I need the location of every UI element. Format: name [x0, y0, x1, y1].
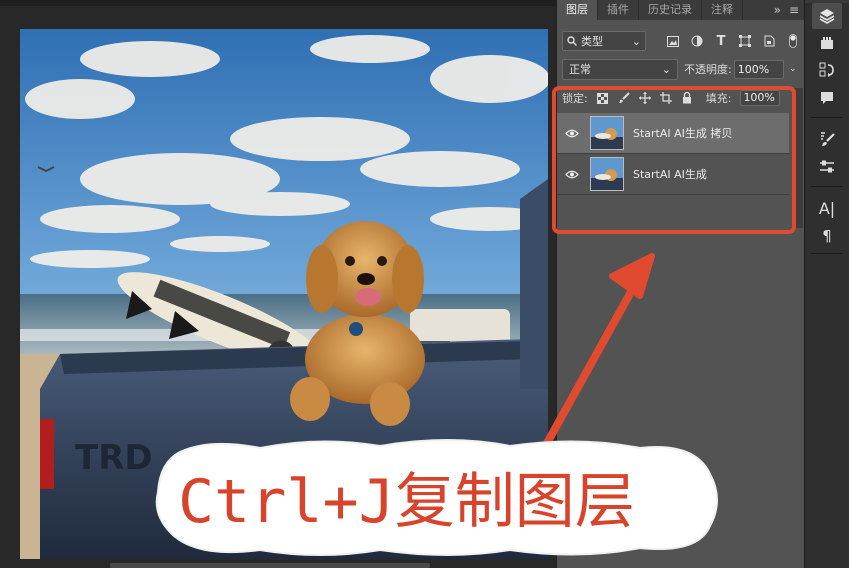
- type-filter-icon[interactable]: T: [714, 34, 728, 49]
- panel-tab-controls: » ≡: [774, 0, 805, 20]
- history-icon[interactable]: [812, 57, 842, 83]
- panel-tab-bar: 图层 插件 历史记录 注释 » ≡: [557, 0, 805, 20]
- tab-history[interactable]: 历史记录: [639, 0, 702, 20]
- chevron-down-icon[interactable]: ⌄: [786, 60, 800, 79]
- chevron-down-icon: ⌄: [631, 34, 641, 48]
- adjustment-filter-icon[interactable]: [690, 34, 704, 48]
- shape-filter-icon[interactable]: [738, 34, 752, 48]
- blend-mode-label: 正常: [569, 63, 591, 76]
- svg-text:TRD: TRD: [75, 438, 153, 478]
- character-icon[interactable]: A|: [812, 195, 842, 221]
- paragraph-icon[interactable]: ¶: [812, 223, 842, 249]
- adjustments-icon[interactable]: [812, 154, 842, 180]
- chevron-down-icon: ⌄: [661, 62, 671, 76]
- layer-filter-row: 类型 ⌄ T: [562, 30, 802, 52]
- dock-separator: [811, 253, 843, 254]
- tab-layers[interactable]: 图层: [557, 0, 598, 20]
- right-panel-dock: A| ¶: [804, 0, 849, 568]
- canvas-horizontal-scrollbar[interactable]: [110, 563, 430, 568]
- tab-plugins[interactable]: 插件: [598, 0, 639, 20]
- document-tab-strip: [0, 0, 556, 6]
- caption-text: Ctrl+J复制图层: [178, 467, 635, 537]
- double-chevron-right-icon[interactable]: »: [774, 3, 781, 17]
- blend-mode-select[interactable]: 正常 ⌄: [562, 58, 678, 80]
- dock-separator: [811, 186, 843, 187]
- comment-icon[interactable]: [812, 85, 842, 111]
- filter-kind-select[interactable]: 类型 ⌄: [562, 31, 646, 51]
- image-filter-icon[interactable]: [666, 34, 680, 48]
- opacity-input[interactable]: 100%: [733, 59, 784, 79]
- tab-notes[interactable]: 注释: [702, 0, 743, 20]
- search-icon: [567, 36, 577, 46]
- hamburger-menu-icon[interactable]: ≡: [789, 3, 799, 17]
- filter-kind-label: 类型: [581, 35, 603, 48]
- opacity-label: 不透明度:: [684, 63, 732, 76]
- dock-separator: [811, 117, 843, 118]
- layers-icon[interactable]: [812, 3, 842, 29]
- brushes-icon[interactable]: [812, 126, 842, 152]
- toggle-filter-icon[interactable]: [786, 34, 800, 48]
- annotation-highlight-box: [552, 86, 796, 234]
- blend-opacity-row: 正常 ⌄ 不透明度: 100% ⌄: [562, 58, 802, 80]
- libraries-icon[interactable]: [812, 30, 842, 56]
- smart-object-filter-icon[interactable]: [762, 34, 776, 48]
